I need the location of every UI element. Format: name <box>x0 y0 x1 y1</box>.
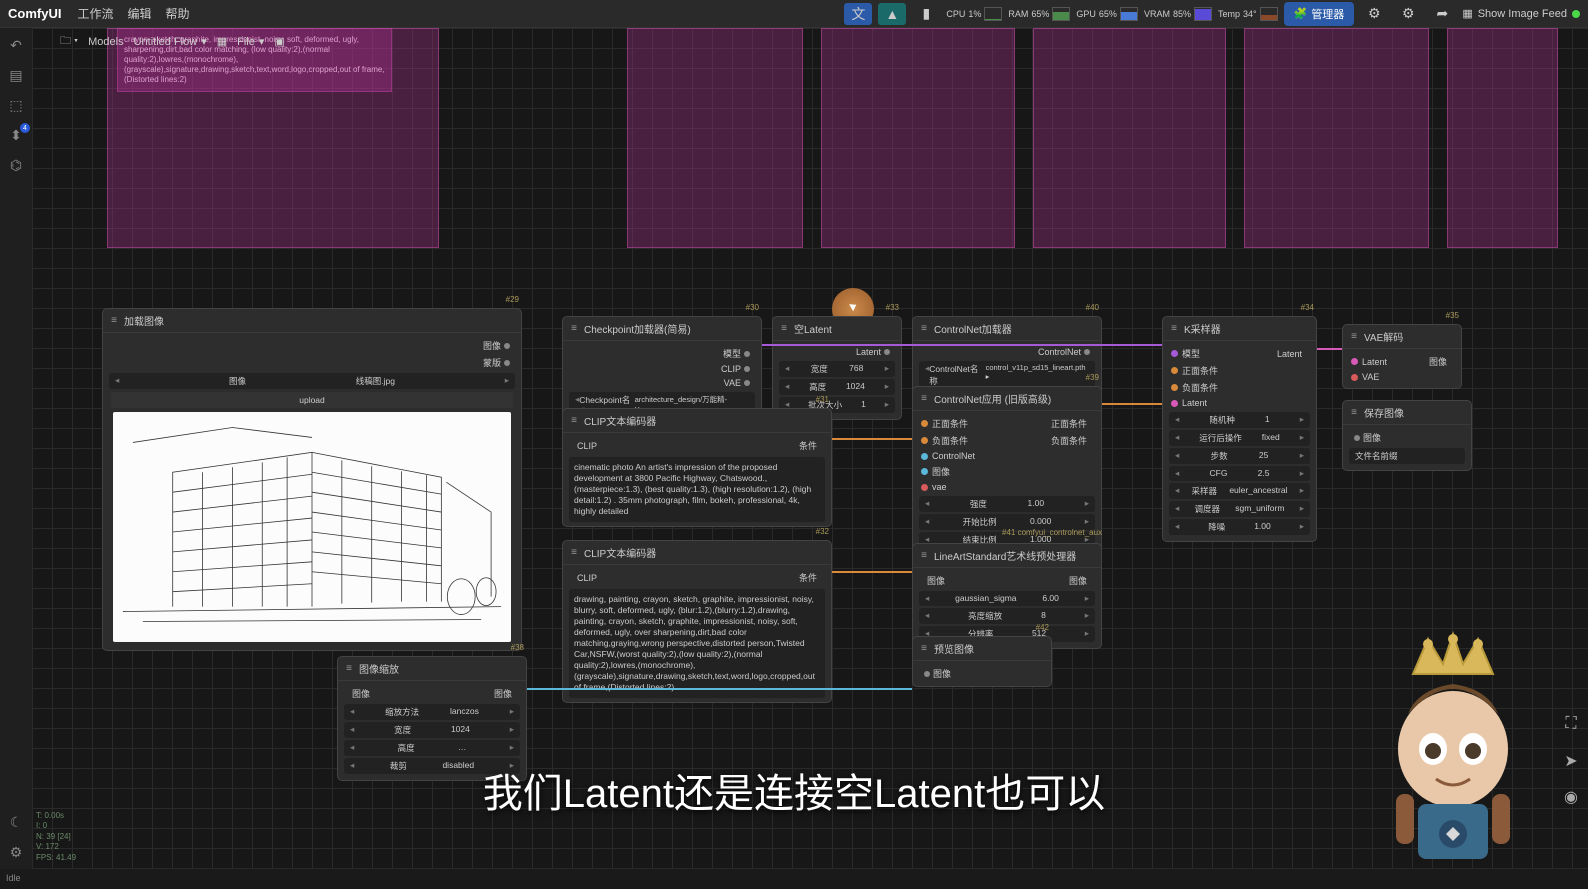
file-menu[interactable]: File ▾ <box>237 35 264 48</box>
wire <box>832 571 912 573</box>
tree-icon[interactable]: ⌬ <box>7 156 25 174</box>
menu-edit[interactable]: 编辑 <box>127 5 151 22</box>
bookmark-icon[interactable]: ▮ <box>912 3 940 25</box>
expand-icon[interactable]: ⛶ <box>1560 715 1582 737</box>
wire <box>1317 348 1342 350</box>
gear-icon[interactable]: ⚙ <box>7 843 25 861</box>
screen-icon[interactable]: ▣ <box>274 35 284 48</box>
node-lineart-preprocessor[interactable]: ≡LineArtStandard艺术线预处理器 图像图像 ◂gaussian_s… <box>912 543 1102 649</box>
node-clip-encode-negative[interactable]: #32 ≡CLIP文本编码器 CLIP条件 drawing, painting,… <box>562 540 832 703</box>
folder-icon[interactable]: 🗀 ▾ <box>60 32 78 51</box>
grid-icon[interactable]: ▦ <box>217 35 227 48</box>
image-preview <box>113 412 511 642</box>
manager-button[interactable]: 🧩 管理器 <box>1284 2 1355 26</box>
node-canvas[interactable]: crayon, sketch, graphite, impressionist,… <box>32 28 1588 869</box>
pyramid-icon[interactable]: ▲ <box>878 3 906 25</box>
locate-icon[interactable]: ➤ <box>1560 751 1582 773</box>
menu-workflow[interactable]: 工作流 <box>77 5 113 22</box>
node-load-image[interactable]: #29 ≡加载图像 图像 蒙版 ◂图像线稿图.jpg▸ upload <box>102 308 522 651</box>
route-icon[interactable]: ⬍4 <box>7 126 25 144</box>
positive-prompt[interactable]: cinematic photo An artist's impression o… <box>569 457 825 522</box>
ram-stat: RAM 65% <box>1008 7 1070 21</box>
share-icon[interactable]: ➦ <box>1428 3 1456 25</box>
node-controlnet-loader[interactable]: #40 ≡ControlNet加载器 ControlNet ◂ControlNe… <box>912 316 1102 396</box>
left-sidebar: ↶ ▤ ⬚ ⬍4 ⌬ ☾ ⚙ <box>0 28 32 869</box>
list-icon[interactable]: ▤ <box>7 66 25 84</box>
cpu-stat: CPU 1% <box>946 7 1002 21</box>
wire <box>527 688 912 690</box>
icon-a2[interactable]: ⚙ <box>1394 3 1422 25</box>
top-bar: ComfyUI 工作流 编辑 帮助 文 ▲ ▮ CPU 1% RAM 65% G… <box>0 0 1588 28</box>
wire <box>832 438 912 440</box>
overlay-region <box>107 28 1558 248</box>
menu-help[interactable]: 帮助 <box>165 5 189 22</box>
cube-icon[interactable]: ⬚ <box>7 96 25 114</box>
wire <box>1102 403 1162 405</box>
models-label[interactable]: Models <box>88 36 123 48</box>
node-empty-latent[interactable]: #33 ≡空Latent Latent ◂宽度768▸ ◂高度1024▸ ◂批次… <box>772 316 902 420</box>
node-vae-decode[interactable]: #35 ≡VAE解码 Latent图像 VAE <box>1342 324 1462 389</box>
perf-stats: T: 0.00s I: 0 N: 39 [24] V: 172 FPS: 41.… <box>36 811 76 863</box>
icon-a1[interactable]: ⚙ <box>1360 3 1388 25</box>
node-ksampler[interactable]: #34 ≡K采样器 模型Latent 正面条件 负面条件 Latent ◂随机种… <box>1162 316 1317 542</box>
node-preview-image[interactable]: #42 ≡预览图像 图像 <box>912 636 1052 687</box>
flow-name[interactable]: Untitled Flow ▾ <box>134 35 207 48</box>
undo-icon[interactable]: ↶ <box>7 36 25 54</box>
translate-icon[interactable]: 文 <box>844 3 872 25</box>
node-clip-encode-positive[interactable]: #31 ≡CLIP文本编码器 CLIP条件 cinematic photo An… <box>562 408 832 527</box>
canvas-controls: ⛶ ➤ ◉ <box>1560 715 1582 809</box>
secondary-bar: 🗀 ▾ Models Untitled Flow ▾ ▦ File ▾ ▣ <box>60 32 285 51</box>
vram-stat: VRAM 85% <box>1144 7 1212 21</box>
drag-icon: ≡ <box>109 315 119 326</box>
subtitle-caption: 我们Latent还是连接空Latent也可以 <box>483 761 1105 819</box>
negative-prompt[interactable]: drawing, painting, crayon, sketch, graph… <box>569 589 825 698</box>
brand: ComfyUI <box>8 6 61 21</box>
upload-button[interactable]: upload <box>111 392 513 408</box>
temp-stat: Temp 34° <box>1218 7 1278 21</box>
image-field[interactable]: ◂图像线稿图.jpg▸ <box>109 373 515 389</box>
node-save-image[interactable]: ≡保存图像 图像 文件名前缀 <box>1342 400 1472 471</box>
image-feed-toggle[interactable]: ▦ Show Image Feed <box>1462 7 1580 20</box>
gpu-stat: GPU 65% <box>1076 7 1138 21</box>
status-bar: Idle <box>0 871 1588 889</box>
eye-icon[interactable]: ◉ <box>1560 787 1582 809</box>
main-menu: 工作流 编辑 帮助 <box>77 5 189 22</box>
moon-icon[interactable]: ☾ <box>7 813 25 831</box>
wire <box>762 344 1162 346</box>
aux-tag: #41 comfyui_controlnet_aux <box>1002 528 1102 537</box>
